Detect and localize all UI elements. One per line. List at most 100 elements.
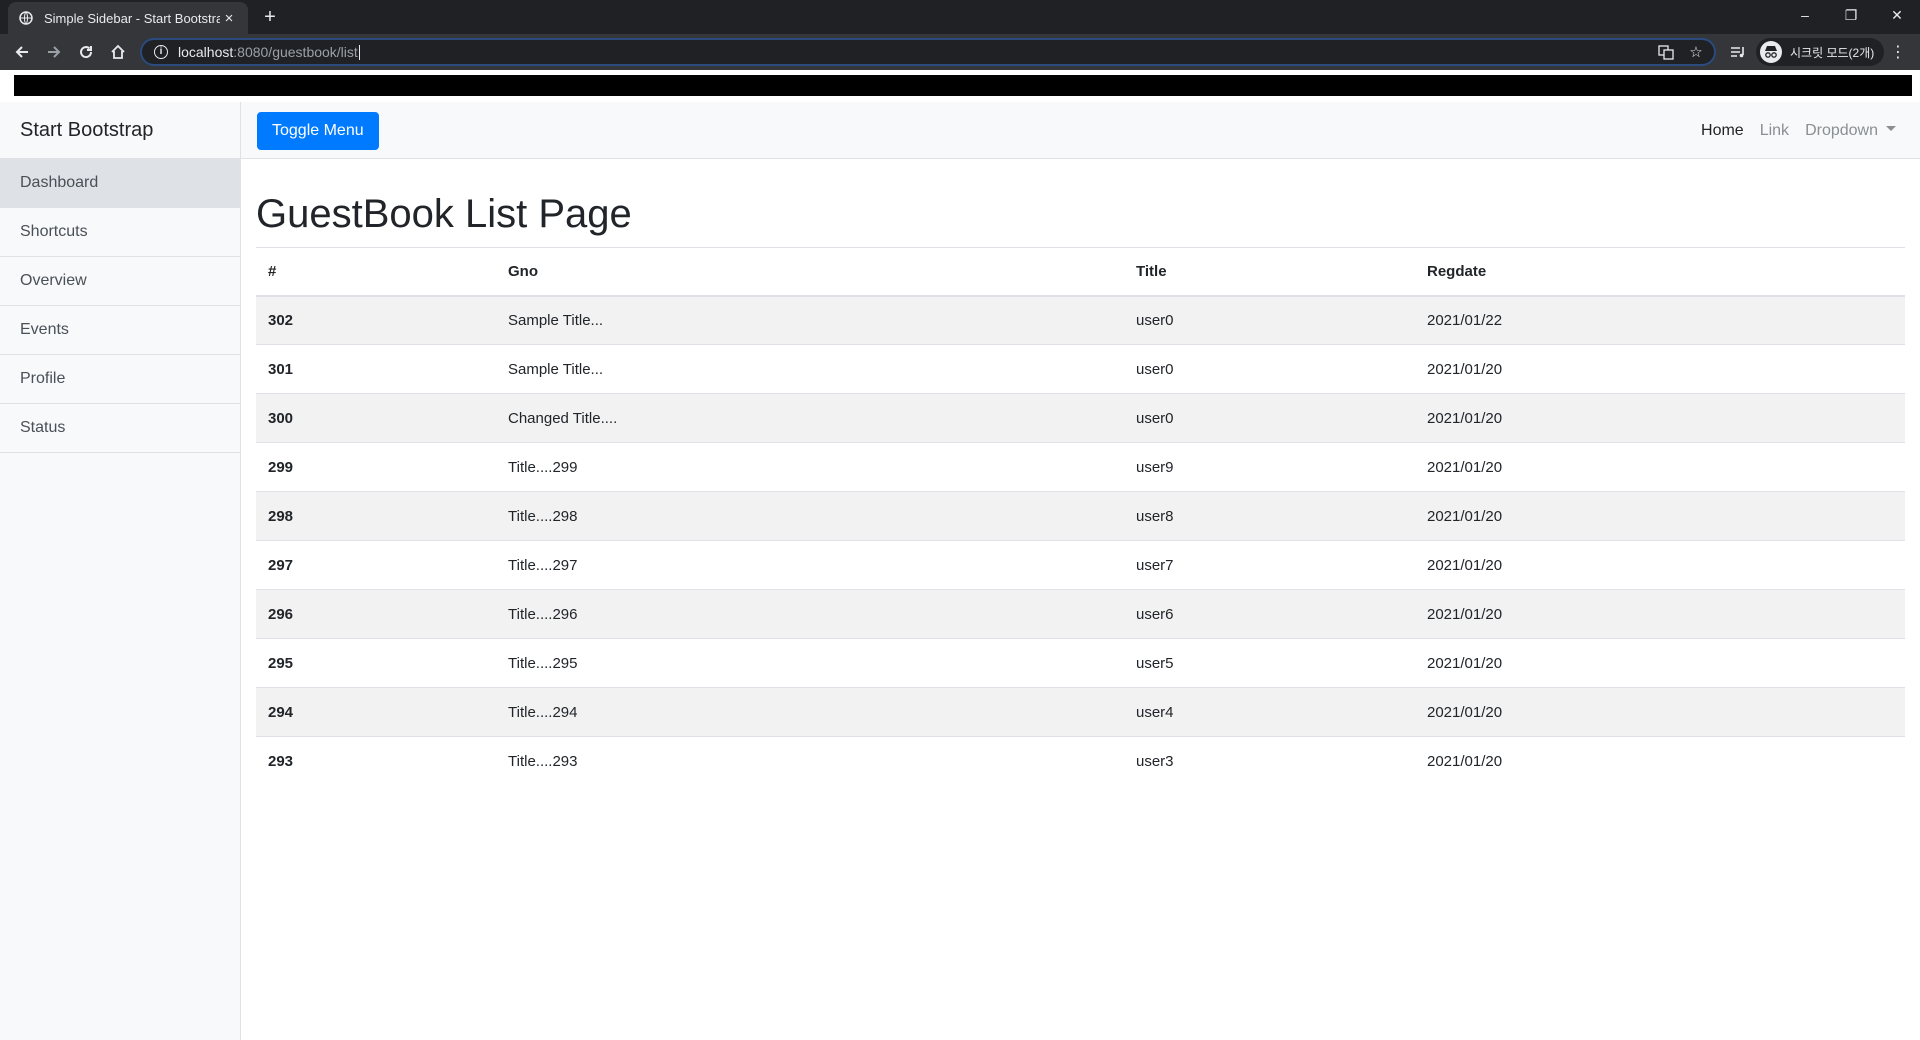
table-row[interactable]: 299 Title....299 user9 2021/01/20 — [256, 442, 1905, 492]
main-content: GuestBook List Page # Gno Title Regdate … — [256, 159, 1905, 786]
close-window-button[interactable]: ✕ — [1874, 0, 1920, 30]
cell-title: user9 — [1124, 442, 1415, 492]
cell-gno: Changed Title.... — [496, 393, 1124, 443]
sidebar: Start Bootstrap Dashboard Shortcuts Over… — [0, 102, 241, 1040]
cell-gno: Title....294 — [496, 687, 1124, 737]
sidebar-heading: Start Bootstrap — [0, 102, 240, 159]
incognito-icon — [1760, 41, 1782, 63]
incognito-profile-button[interactable]: 시크릿 모드(2개) — [1756, 38, 1885, 66]
table-row[interactable]: 302 Sample Title... user0 2021/01/22 — [256, 295, 1905, 345]
sidebar-item-profile[interactable]: Profile — [0, 355, 240, 404]
cell-number: 302 — [256, 295, 496, 345]
cell-title: user0 — [1124, 344, 1415, 394]
column-header-regdate: Regdate — [1415, 247, 1905, 297]
browser-tab[interactable]: Simple Sidebar - Start Bootstrap × — [8, 2, 248, 34]
toggle-menu-button[interactable]: Toggle Menu — [257, 112, 379, 150]
new-tab-button[interactable]: + — [258, 5, 282, 29]
cell-regdate: 2021/01/20 — [1415, 393, 1905, 443]
cell-gno: Title....297 — [496, 540, 1124, 590]
cell-title: user0 — [1124, 393, 1415, 443]
cell-regdate: 2021/01/20 — [1415, 589, 1905, 639]
cell-gno: Title....293 — [496, 736, 1124, 786]
cell-regdate: 2021/01/22 — [1415, 295, 1905, 345]
sidebar-item-shortcuts[interactable]: Shortcuts — [0, 208, 240, 257]
address-bar[interactable]: i localhost:8080/guestbook/list ☆ — [140, 38, 1716, 66]
sidebar-item-events[interactable]: Events — [0, 306, 240, 355]
arrow-left-icon[interactable] — [10, 40, 34, 64]
cell-gno: Sample Title... — [496, 344, 1124, 394]
url-path: :8080/guestbook/list — [233, 44, 358, 60]
profile-label: 시크릿 모드(2개) — [1790, 45, 1875, 60]
page-title: GuestBook List Page — [256, 192, 632, 236]
star-icon[interactable]: ☆ — [1684, 40, 1708, 64]
cell-title: user8 — [1124, 491, 1415, 541]
cell-regdate: 2021/01/20 — [1415, 344, 1905, 394]
guestbook-table: # Gno Title Regdate 302 Sample Title... us… — [256, 247, 1905, 786]
cell-regdate: 2021/01/20 — [1415, 491, 1905, 541]
reload-icon[interactable] — [74, 40, 98, 64]
browser-toolbar: i localhost:8080/guestbook/list ☆ 시크릿 모드… — [0, 34, 1920, 70]
cell-title: user6 — [1124, 589, 1415, 639]
cell-regdate: 2021/01/20 — [1415, 638, 1905, 688]
table-row[interactable]: 298 Title....298 user8 2021/01/20 — [256, 491, 1905, 541]
cell-title: user4 — [1124, 687, 1415, 737]
arrow-right-icon[interactable] — [42, 40, 66, 64]
tab-title: Simple Sidebar - Start Bootstrap — [44, 10, 220, 26]
caret-down-icon — [1886, 125, 1896, 131]
nav-dropdown-label: Dropdown — [1805, 121, 1878, 139]
nav-link-link[interactable]: Link — [1760, 122, 1789, 140]
browser-tab-strip: Simple Sidebar - Start Bootstrap × + – ❐… — [0, 0, 1920, 34]
cell-number: 295 — [256, 638, 496, 688]
url-host: localhost — [178, 44, 234, 60]
cell-number: 299 — [256, 442, 496, 492]
table-row[interactable]: 297 Title....297 user7 2021/01/20 — [256, 540, 1905, 590]
info-icon[interactable]: i — [154, 45, 168, 59]
cell-regdate: 2021/01/20 — [1415, 687, 1905, 737]
cell-title: user3 — [1124, 736, 1415, 786]
media-control-icon[interactable] — [1726, 40, 1750, 64]
cell-number: 300 — [256, 393, 496, 443]
cell-title: user5 — [1124, 638, 1415, 688]
translate-icon[interactable] — [1654, 40, 1678, 64]
cell-regdate: 2021/01/20 — [1415, 540, 1905, 590]
column-header-number: # — [256, 247, 496, 297]
cell-number: 298 — [256, 491, 496, 541]
web-page: Start Bootstrap Dashboard Shortcuts Over… — [0, 102, 1920, 1040]
bookmarks-bar-redacted — [14, 75, 1912, 96]
minimize-window-button[interactable]: – — [1782, 0, 1828, 30]
sidebar-item-dashboard[interactable]: Dashboard — [0, 159, 240, 208]
home-icon[interactable] — [106, 40, 130, 64]
sidebar-item-status[interactable]: Status — [0, 404, 240, 453]
top-navbar: Toggle Menu Home Link Dropdown — [241, 102, 1920, 159]
globe-icon — [18, 10, 34, 26]
cell-gno: Title....299 — [496, 442, 1124, 492]
table-row[interactable]: 295 Title....295 user5 2021/01/20 — [256, 638, 1905, 688]
text-caret — [358, 44, 360, 60]
cell-gno: Title....298 — [496, 491, 1124, 541]
table-row[interactable]: 294 Title....294 user4 2021/01/20 — [256, 687, 1905, 737]
nav-dropdown[interactable]: Dropdown — [1805, 122, 1896, 140]
sidebar-item-overview[interactable]: Overview — [0, 257, 240, 306]
cell-gno: Sample Title... — [496, 295, 1124, 345]
cell-regdate: 2021/01/20 — [1415, 736, 1905, 786]
cell-number: 293 — [256, 736, 496, 786]
navbar-links: Home Link Dropdown — [1685, 102, 1896, 159]
nav-link-home[interactable]: Home — [1701, 122, 1744, 140]
cell-title: user0 — [1124, 295, 1415, 345]
column-header-title: Title — [1124, 247, 1415, 297]
cell-number: 297 — [256, 540, 496, 590]
table-header-row: # Gno Title Regdate — [256, 247, 1905, 297]
table-row[interactable]: 293 Title....293 user3 2021/01/20 — [256, 736, 1905, 786]
cell-number: 294 — [256, 687, 496, 737]
cell-number: 296 — [256, 589, 496, 639]
column-header-gno: Gno — [496, 247, 1124, 297]
table-row[interactable]: 301 Sample Title... user0 2021/01/20 — [256, 344, 1905, 394]
close-tab-icon[interactable]: × — [220, 10, 238, 27]
cell-gno: Title....296 — [496, 589, 1124, 639]
restore-window-button[interactable]: ❐ — [1828, 0, 1874, 30]
kebab-menu-icon[interactable]: ⋮ — [1886, 40, 1910, 64]
cell-regdate: 2021/01/20 — [1415, 442, 1905, 492]
table-row[interactable]: 300 Changed Title.... user0 2021/01/20 — [256, 393, 1905, 443]
table-row[interactable]: 296 Title....296 user6 2021/01/20 — [256, 589, 1905, 639]
cell-gno: Title....295 — [496, 638, 1124, 688]
